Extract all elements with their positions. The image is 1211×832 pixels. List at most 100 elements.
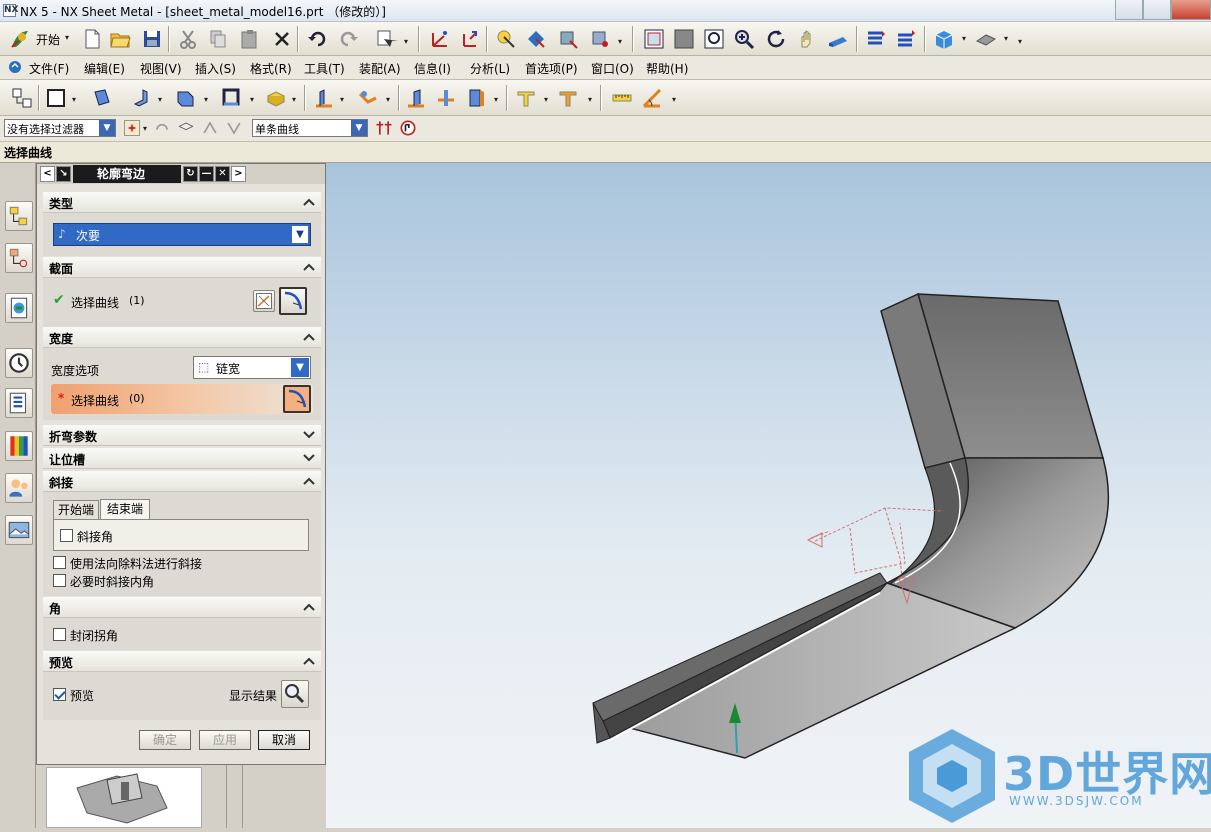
palette-icon[interactable] [5, 431, 33, 461]
miter-corner-checkbox[interactable] [60, 529, 73, 542]
layer-move-icon[interactable] [894, 27, 918, 51]
section-corner-header[interactable]: 角 [43, 597, 321, 618]
sheet-metal-preferences-icon[interactable] [10, 86, 34, 110]
intersection-icon[interactable] [374, 118, 394, 138]
tab-end-end[interactable]: 结束端 [100, 499, 150, 520]
paste-icon[interactable] [238, 27, 262, 51]
close-corner-checkbox[interactable] [53, 628, 66, 641]
layer-settings-icon[interactable] [864, 27, 888, 51]
section-miter-header[interactable]: 斜接 [43, 471, 321, 492]
select-all-icon[interactable] [176, 118, 196, 138]
wcs-dynamic-icon[interactable] [458, 27, 482, 51]
flat-pattern-icon[interactable] [514, 86, 538, 110]
menu-assembly[interactable]: 装配(A) [359, 60, 401, 77]
select-deselect-icon[interactable] [200, 118, 220, 138]
flange-icon[interactable] [130, 86, 154, 110]
curve-rule-dropdown[interactable]: 单条曲线 ▼ [252, 119, 368, 137]
zoom-in-out-icon[interactable] [732, 27, 756, 51]
select-feature-icon[interactable] [524, 27, 548, 51]
ok-button[interactable]: 确定 [139, 730, 191, 750]
delete-icon[interactable] [270, 27, 294, 51]
save-icon[interactable] [140, 27, 164, 51]
wcs-icon[interactable] [428, 27, 452, 51]
assembly-navigator-icon[interactable] [5, 243, 33, 273]
width-select-curve-row[interactable]: * 选择曲线 (0) [51, 384, 313, 414]
menu-window[interactable]: 窗口(O) [591, 60, 634, 77]
perspective-icon[interactable] [826, 27, 850, 51]
chevron-right-icon[interactable]: > [231, 166, 246, 182]
tab-start-end[interactable]: 开始端 [53, 500, 99, 520]
rebend-icon[interactable] [434, 86, 458, 110]
view-orient-icon[interactable] [974, 27, 998, 51]
menu-help[interactable]: 帮助(H) [646, 60, 688, 77]
start-menu-button[interactable]: 开始 [36, 31, 60, 48]
sketch-section-button[interactable] [253, 290, 275, 312]
snap-point-icon[interactable] [494, 27, 518, 51]
menu-preferences[interactable]: 首选项(P) [525, 60, 578, 77]
apply-button[interactable]: 应用 [199, 730, 251, 750]
menu-format[interactable]: 格式(R) [250, 60, 292, 77]
close-icon[interactable]: ✕ [215, 166, 230, 182]
system-scenes-icon[interactable] [5, 515, 33, 545]
select-filter-icon[interactable] [224, 118, 244, 138]
width-curve-button[interactable] [283, 385, 311, 413]
undo-icon[interactable] [306, 27, 330, 51]
new-file-icon[interactable] [80, 27, 104, 51]
zoom-icon[interactable] [702, 27, 726, 51]
lofted-flange-icon[interactable] [220, 86, 244, 110]
menu-file[interactable]: 文件(F) [29, 60, 69, 77]
menu-edit[interactable]: 编辑(E) [84, 60, 125, 77]
start-icon[interactable] [8, 27, 32, 51]
unbend-icon[interactable] [404, 86, 428, 110]
measure-distance-icon[interactable] [610, 86, 634, 110]
part-navigator-icon[interactable] [5, 201, 33, 231]
menu-tools[interactable]: 工具(T) [304, 60, 345, 77]
type-dropdown[interactable]: ♪ 次要 ▼ [53, 223, 311, 246]
section-relief-header[interactable]: 让位槽 [43, 448, 321, 469]
open-folder-icon[interactable] [108, 27, 132, 51]
close-window-button[interactable] [1171, 0, 1211, 20]
select-curve-button[interactable] [279, 287, 307, 315]
chevron-left-icon[interactable]: < [40, 166, 55, 182]
roles-icon[interactable] [5, 473, 33, 503]
selection-scope-icon[interactable] [122, 118, 142, 138]
bend-icon[interactable] [312, 86, 336, 110]
gusset-icon[interactable] [264, 86, 288, 110]
contour-flange-icon[interactable] [174, 86, 198, 110]
cut-icon[interactable] [176, 27, 200, 51]
pan-icon[interactable] [794, 27, 818, 51]
fit-view-icon[interactable] [642, 27, 666, 51]
repeat-command-icon[interactable] [374, 27, 398, 51]
collapse-icon[interactable]: — [199, 166, 214, 182]
section-type-header[interactable]: 类型 [43, 192, 321, 213]
reuse-library-icon[interactable] [5, 388, 33, 418]
menu-analysis[interactable]: 分析(L) [470, 60, 510, 77]
jog-icon[interactable] [356, 86, 380, 110]
width-option-dropdown[interactable]: ⬚ 链宽 ▼ [193, 356, 311, 379]
selection-filter-dropdown[interactable]: 没有选择过滤器 ▼ [4, 119, 116, 137]
redo-icon[interactable] [336, 27, 360, 51]
maximize-button[interactable] [1143, 0, 1171, 20]
copy-icon[interactable] [206, 27, 230, 51]
render-style-icon[interactable] [932, 27, 956, 51]
measure-angle-icon[interactable] [640, 86, 664, 110]
history-icon[interactable] [5, 348, 33, 378]
menu-view[interactable]: 视图(V) [140, 60, 182, 77]
normal-cutout-icon[interactable] [464, 86, 488, 110]
show-result-button[interactable] [281, 680, 309, 708]
menu-insert[interactable]: 插入(S) [195, 60, 236, 77]
rotate-icon[interactable] [764, 27, 788, 51]
sketch-icon[interactable] [44, 86, 68, 110]
select-undo-icon[interactable] [152, 118, 172, 138]
section-preview-header[interactable]: 预览 [43, 651, 321, 672]
dialog-menu-icon[interactable]: ↘ [56, 166, 71, 182]
select-face-icon[interactable] [588, 27, 612, 51]
select-body-icon[interactable] [556, 27, 580, 51]
stop-at-intersection-icon[interactable] [398, 118, 418, 138]
normal-removal-checkbox[interactable] [53, 556, 66, 569]
zoom-window-icon[interactable] [672, 27, 696, 51]
section-profile-header[interactable]: 截面 [43, 257, 321, 278]
cancel-button[interactable]: 取消 [258, 730, 310, 750]
reset-icon[interactable]: ↻ [183, 166, 198, 182]
menu-info[interactable]: 信息(I) [414, 60, 451, 77]
